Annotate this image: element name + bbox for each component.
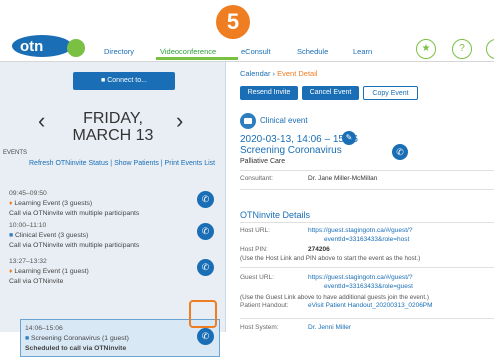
host-system-label: Host System: xyxy=(240,324,279,331)
consultant-label: Consultant: xyxy=(240,175,273,182)
host-system-value[interactable]: Dr. Jenni Miller xyxy=(308,324,351,331)
events-sidebar: ■ Connect to... ‹ FRIDAY, MARCH 13 › EVE… xyxy=(0,62,226,357)
svg-text:otn: otn xyxy=(20,38,43,55)
nav-directory[interactable]: Directory xyxy=(104,47,134,56)
breadcrumb-calendar[interactable]: Calendar xyxy=(240,69,270,78)
host-pin-value: 274206 xyxy=(308,246,330,253)
previous-day-chevron-icon[interactable]: ‹ xyxy=(38,108,45,134)
consultant-value: Dr. Jane Miller-McMillan xyxy=(308,175,378,182)
otninvite-details-heading: OTNinvite Details xyxy=(240,210,311,220)
phone-icon[interactable]: ✆ xyxy=(392,144,408,160)
event-item[interactable]: 09:45–09:50 ♦ Learning Event (3 guests) … xyxy=(7,186,220,217)
clinical-event-icon xyxy=(240,113,256,129)
event-specialty: Palliative Care xyxy=(240,158,286,165)
host-pin-label: Host PIN: xyxy=(240,246,268,253)
step-number-badge: 5 xyxy=(216,5,250,39)
event-item[interactable]: 10:00–11:10 ■ Clinical Event (3 guests) … xyxy=(7,218,220,252)
star-icon[interactable]: ★ xyxy=(416,39,436,59)
highlight-frame xyxy=(189,300,217,328)
breadcrumb: Calendar › Event Detail xyxy=(240,69,318,78)
breadcrumb-event-detail: Event Detail xyxy=(277,69,318,78)
host-url-link-line1[interactable]: https://guest.stagingotn.ca/#/guest/? xyxy=(308,227,412,234)
divider xyxy=(240,318,494,319)
active-tab-indicator xyxy=(156,57,238,60)
event-time: 2020-03-13, 14:06 – 15:06 xyxy=(240,134,358,145)
date-navigator: ‹ FRIDAY, MARCH 13 › xyxy=(0,96,226,156)
events-links[interactable]: Refresh OTNinvite Status | Show Patients… xyxy=(29,160,215,167)
nav-econsult[interactable]: eConsult xyxy=(241,47,271,56)
edit-pencil-icon[interactable]: ✎ xyxy=(342,131,356,145)
nav-videoconference[interactable]: Videoconference xyxy=(160,47,216,56)
current-date: FRIDAY, MARCH 13 xyxy=(72,110,154,144)
divider xyxy=(240,170,494,171)
host-url-link-line2[interactable]: eventId=33163433&role=host xyxy=(324,236,409,243)
phone-icon[interactable]: ✆ xyxy=(197,328,214,345)
divider xyxy=(240,189,494,190)
event-type: Clinical event xyxy=(260,116,308,125)
user-icon[interactable] xyxy=(486,39,494,59)
help-icon[interactable]: ? xyxy=(452,39,472,59)
resend-invite-button[interactable]: Resend Invite xyxy=(240,86,298,100)
guest-url-link-line1[interactable]: https://guest.stagingotn.ca/#/guest/? xyxy=(308,274,412,281)
host-note: (Use the Host Link and PIN above to star… xyxy=(240,255,421,262)
phone-icon[interactable]: ✆ xyxy=(197,191,214,208)
event-title: Screening Coronavirus xyxy=(240,145,342,156)
connect-to-button[interactable]: ■ Connect to... xyxy=(73,72,175,90)
host-url-label: Host URL: xyxy=(240,227,270,234)
otn-logo[interactable]: otn xyxy=(12,34,86,58)
nav-schedule[interactable]: Schedule xyxy=(297,47,328,56)
cancel-event-button[interactable]: Cancel Event xyxy=(302,86,359,100)
guest-url-label: Guest URL: xyxy=(240,274,274,281)
divider xyxy=(240,267,494,268)
phone-icon[interactable]: ✆ xyxy=(197,259,214,276)
patient-handout-label: Patient Handout: xyxy=(240,302,289,309)
events-header: EVENTS xyxy=(3,150,28,156)
event-item[interactable]: 13:27–13:32 ♦ Learning Event (1 guest) C… xyxy=(7,254,220,288)
copy-event-button[interactable]: Copy Event xyxy=(363,86,418,100)
patient-handout-link[interactable]: eVisit Patient Handout_20200313_0206PM xyxy=(308,302,433,309)
guest-note: (Use the Guest Link above to have additi… xyxy=(240,294,430,301)
guest-url-link-line2[interactable]: eventId=33163433&role=guest xyxy=(324,283,413,290)
phone-icon[interactable]: ✆ xyxy=(197,223,214,240)
next-day-chevron-icon[interactable]: › xyxy=(176,108,183,134)
divider xyxy=(240,222,494,223)
event-detail-panel: Calendar › Event Detail Resend Invite Ca… xyxy=(226,62,494,332)
nav-learn[interactable]: Learn xyxy=(353,47,372,56)
top-navigation-bar: otn Directory Videoconference eConsult S… xyxy=(0,0,494,62)
